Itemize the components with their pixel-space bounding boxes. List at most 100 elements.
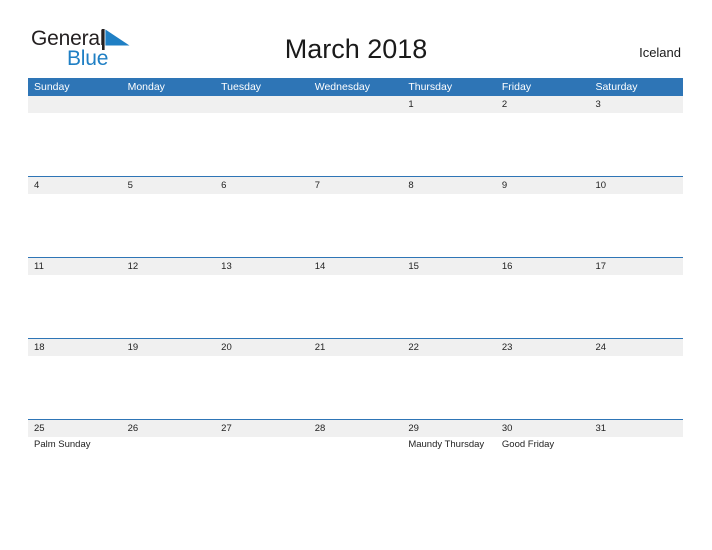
region-label: Iceland — [639, 45, 681, 60]
day-cell[interactable] — [309, 356, 403, 419]
weekday-friday: Friday — [501, 81, 532, 93]
week-events-strip: Palm Sunday Maundy Thursday Good Friday — [28, 437, 683, 500]
day-number[interactable]: 24 — [589, 339, 683, 356]
day-number[interactable]: 3 — [589, 96, 683, 113]
page-header: General Blue March 2018 Iceland — [0, 0, 712, 78]
day-number[interactable]: 9 — [496, 177, 590, 194]
day-number[interactable]: 5 — [122, 177, 216, 194]
day-number[interactable]: 4 — [28, 177, 122, 194]
calendar-grid: Sunday Monday Tuesday Wednesday Thursday… — [28, 78, 683, 500]
day-cell[interactable] — [28, 275, 122, 338]
day-number[interactable]: 6 — [215, 177, 309, 194]
weekday-thursday: Thursday — [408, 81, 453, 93]
day-cell[interactable]: Palm Sunday — [28, 437, 122, 500]
day-cell[interactable] — [309, 437, 403, 500]
day-cell[interactable] — [122, 113, 216, 176]
day-number[interactable]: 21 — [309, 339, 403, 356]
day-number[interactable] — [28, 96, 122, 113]
week-row: 4 5 6 7 8 9 10 — [28, 176, 683, 257]
day-cell[interactable] — [496, 194, 590, 257]
day-number[interactable]: 27 — [215, 420, 309, 437]
day-number[interactable]: 11 — [28, 258, 122, 275]
calendar-page: General Blue March 2018 Iceland Sunday M… — [0, 0, 712, 550]
week-row: 18 19 20 21 22 23 24 — [28, 338, 683, 419]
day-cell[interactable] — [215, 275, 309, 338]
day-cell[interactable] — [402, 194, 496, 257]
day-cell[interactable] — [215, 356, 309, 419]
day-cell[interactable] — [589, 437, 683, 500]
day-cell[interactable] — [589, 275, 683, 338]
day-cell[interactable] — [215, 194, 309, 257]
event-label: Palm Sunday — [34, 439, 91, 450]
day-cell[interactable] — [402, 275, 496, 338]
day-number[interactable]: 1 — [402, 96, 496, 113]
day-number[interactable]: 19 — [122, 339, 216, 356]
day-number[interactable]: 31 — [589, 420, 683, 437]
day-cell[interactable] — [402, 356, 496, 419]
weekday-tuesday: Tuesday — [221, 81, 262, 93]
event-label: Maundy Thursday — [408, 439, 485, 450]
day-cell[interactable] — [402, 113, 496, 176]
day-cell[interactable] — [215, 113, 309, 176]
day-cell[interactable] — [215, 437, 309, 500]
day-cell[interactable]: Good Friday — [496, 437, 590, 500]
day-cell[interactable] — [28, 356, 122, 419]
day-number[interactable]: 7 — [309, 177, 403, 194]
day-number[interactable] — [122, 96, 216, 113]
day-cell[interactable] — [589, 194, 683, 257]
day-cell[interactable]: Maundy Thursday — [402, 437, 496, 500]
week-row: 11 12 13 14 15 16 17 — [28, 257, 683, 338]
day-number[interactable]: 14 — [309, 258, 403, 275]
day-cell[interactable] — [122, 356, 216, 419]
day-number[interactable]: 30 — [496, 420, 590, 437]
weekday-monday: Monday — [127, 81, 165, 93]
day-cell[interactable] — [122, 194, 216, 257]
day-number[interactable]: 25 — [28, 420, 122, 437]
day-number[interactable]: 15 — [402, 258, 496, 275]
page-title: March 2018 — [284, 34, 428, 64]
day-cell[interactable] — [309, 113, 403, 176]
week-events-strip — [28, 275, 683, 338]
week-events-strip — [28, 356, 683, 419]
day-cell[interactable] — [589, 356, 683, 419]
day-number[interactable]: 8 — [402, 177, 496, 194]
day-number[interactable]: 28 — [309, 420, 403, 437]
event-label: Good Friday — [501, 439, 555, 450]
day-number[interactable]: 13 — [215, 258, 309, 275]
day-cell[interactable] — [122, 275, 216, 338]
week-dates-strip: 25 26 27 28 29 30 31 — [28, 420, 683, 437]
week-row: 25 26 27 28 29 30 31 Palm Sunday Maundy … — [28, 419, 683, 500]
week-dates-strip: 11 12 13 14 15 16 17 — [28, 258, 683, 275]
day-number[interactable]: 26 — [122, 420, 216, 437]
day-number[interactable]: 16 — [496, 258, 590, 275]
day-cell[interactable] — [589, 113, 683, 176]
day-number[interactable]: 29 — [402, 420, 496, 437]
day-cell[interactable] — [28, 194, 122, 257]
day-number[interactable]: 2 — [496, 96, 590, 113]
day-number[interactable]: 23 — [496, 339, 590, 356]
day-number[interactable]: 18 — [28, 339, 122, 356]
day-number[interactable]: 10 — [589, 177, 683, 194]
day-number[interactable] — [215, 96, 309, 113]
day-number[interactable]: 22 — [402, 339, 496, 356]
day-number[interactable]: 12 — [122, 258, 216, 275]
day-number[interactable]: 17 — [589, 258, 683, 275]
week-dates-strip: 18 19 20 21 22 23 24 — [28, 339, 683, 356]
day-cell[interactable] — [496, 275, 590, 338]
day-cell[interactable] — [496, 356, 590, 419]
day-cell[interactable] — [309, 275, 403, 338]
day-cell[interactable] — [309, 194, 403, 257]
week-events-strip — [28, 194, 683, 257]
week-events-strip — [28, 113, 683, 176]
day-number[interactable] — [309, 96, 403, 113]
day-cell[interactable] — [496, 113, 590, 176]
day-cell[interactable] — [122, 437, 216, 500]
week-dates-strip: 4 5 6 7 8 9 10 — [28, 177, 683, 194]
day-cell[interactable] — [28, 113, 122, 176]
weekday-saturday: Saturday — [595, 81, 638, 93]
week-row: 1 2 3 — [28, 96, 683, 176]
weekday-wednesday: Wednesday — [314, 81, 370, 93]
weekday-sunday: Sunday — [34, 81, 70, 93]
week-dates-strip: 1 2 3 — [28, 96, 683, 113]
day-number[interactable]: 20 — [215, 339, 309, 356]
